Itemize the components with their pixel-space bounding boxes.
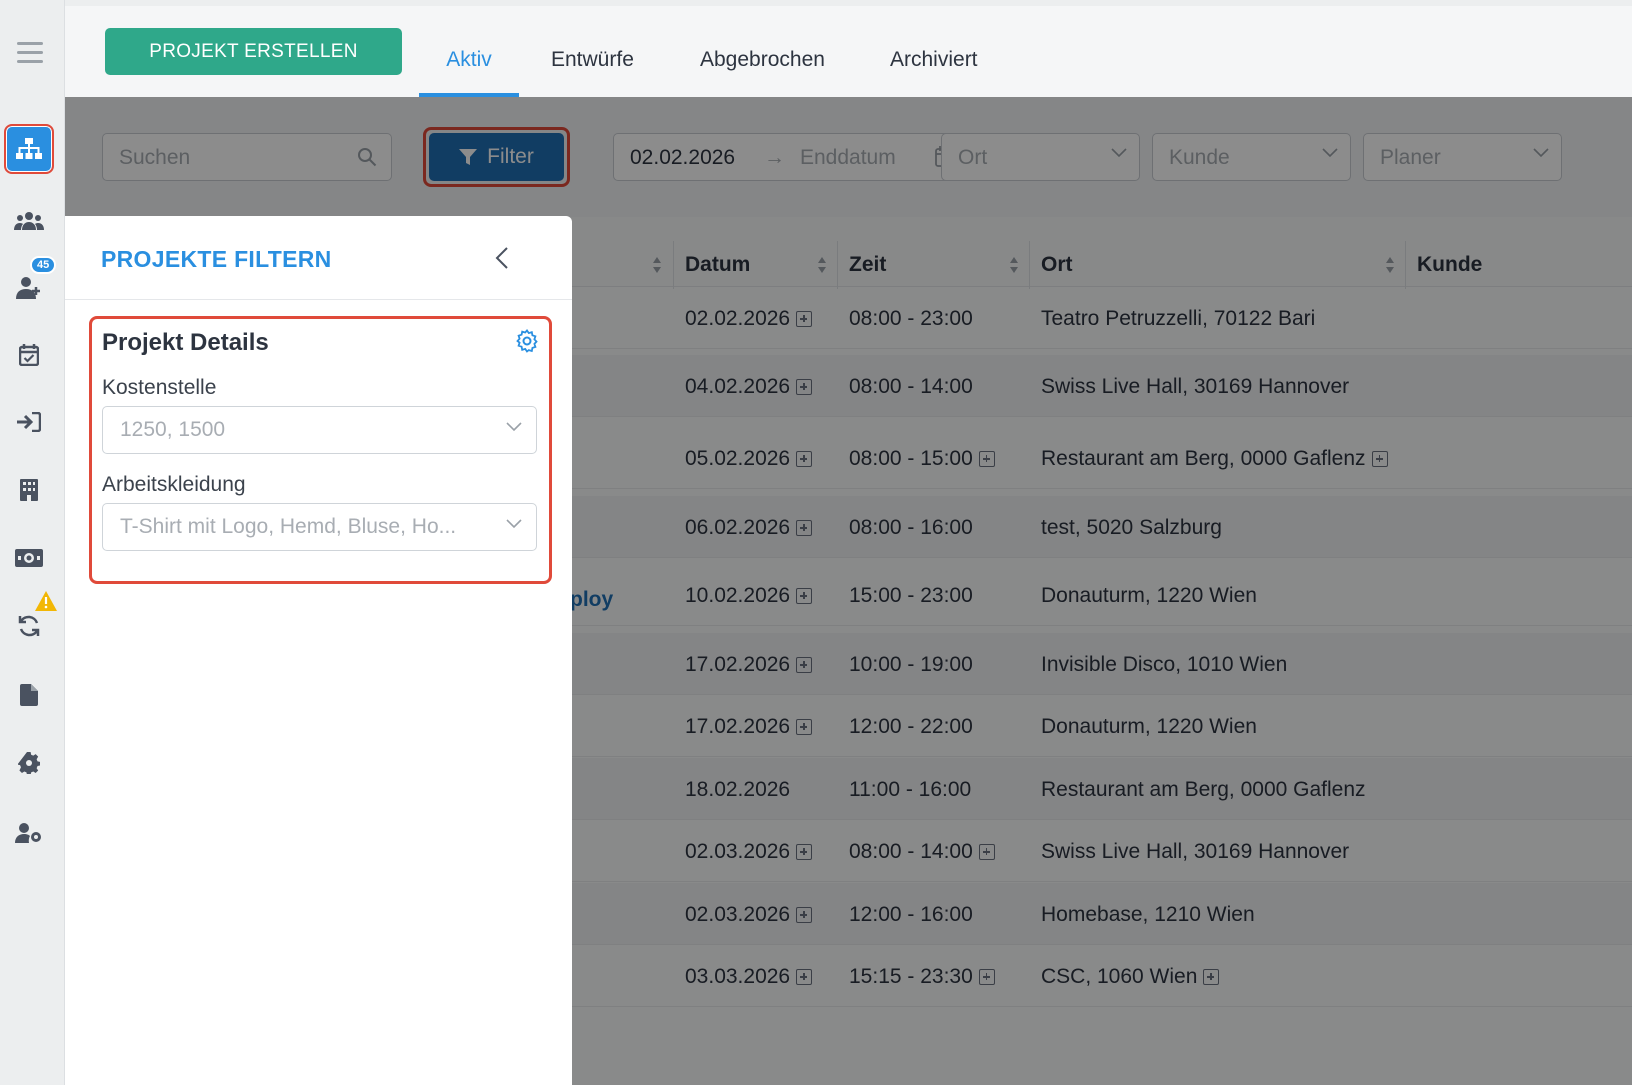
calendar-check-icon	[19, 344, 39, 366]
create-project-button[interactable]: PROJEKT ERSTELLEN	[105, 28, 402, 75]
chevron-down-icon	[506, 519, 522, 529]
sidebar-item-clients[interactable]	[4, 465, 54, 515]
sidebar-item-calendar[interactable]	[4, 330, 54, 380]
cost-center-select[interactable]: 1250, 1500	[102, 406, 537, 454]
sign-in-icon	[17, 412, 41, 432]
settings-icon	[18, 752, 40, 774]
sidebar: 45	[0, 0, 65, 1085]
sidebar-item-sync[interactable]	[4, 591, 57, 651]
gear-icon[interactable]	[515, 329, 539, 353]
project-details-section: Projekt Details Kostenstelle 1250, 1500 …	[89, 316, 552, 584]
sidebar-item-applicants[interactable]: 45	[4, 256, 57, 312]
menu-icon[interactable]	[17, 42, 43, 66]
tab-drafts[interactable]: Entwürfe	[551, 28, 634, 97]
money-icon	[15, 549, 43, 567]
filter-panel-header: PROJEKTE FILTERN	[65, 216, 572, 300]
sidebar-item-user-settings[interactable]	[4, 808, 54, 858]
tab-active[interactable]: Aktiv	[419, 28, 519, 97]
sidebar-item-team[interactable]	[4, 196, 54, 246]
warning-icon	[35, 591, 57, 611]
top-bar: PROJEKT ERSTELLEN Aktiv Entwürfe Abgebro…	[65, 0, 1632, 97]
cost-center-value: 1250, 1500	[120, 418, 226, 441]
chevron-left-icon[interactable]	[495, 246, 509, 270]
building-icon	[20, 479, 38, 501]
workwear-select[interactable]: T-Shirt mit Logo, Hemd, Bluse, Ho...	[102, 503, 537, 551]
sidebar-item-checkin[interactable]	[4, 397, 54, 447]
team-icon	[14, 212, 44, 230]
notification-badge: 45	[30, 256, 57, 274]
sidebar-item-settings[interactable]	[4, 738, 54, 788]
chevron-down-icon	[506, 422, 522, 432]
add-user-icon	[16, 277, 40, 299]
section-title: Projekt Details	[102, 329, 269, 356]
filter-panel: PROJEKTE FILTERN Projekt Details Kostens…	[65, 216, 572, 1085]
workwear-label: Arbeitskleidung	[102, 473, 246, 496]
cost-center-label: Kostenstelle	[102, 376, 217, 399]
projects-icon	[16, 138, 42, 159]
workwear-value: T-Shirt mit Logo, Hemd, Bluse, Ho...	[120, 515, 457, 538]
tab-cancelled[interactable]: Abgebrochen	[700, 28, 825, 97]
user-settings-icon	[15, 823, 41, 843]
sidebar-item-projects[interactable]	[4, 124, 54, 174]
tab-archived[interactable]: Archiviert	[890, 28, 978, 97]
document-icon	[20, 684, 38, 706]
sidebar-item-documents[interactable]	[4, 670, 54, 720]
sync-icon	[18, 615, 40, 637]
sidebar-item-payroll[interactable]	[4, 533, 54, 583]
filter-panel-title: PROJEKTE FILTERN	[101, 246, 332, 272]
